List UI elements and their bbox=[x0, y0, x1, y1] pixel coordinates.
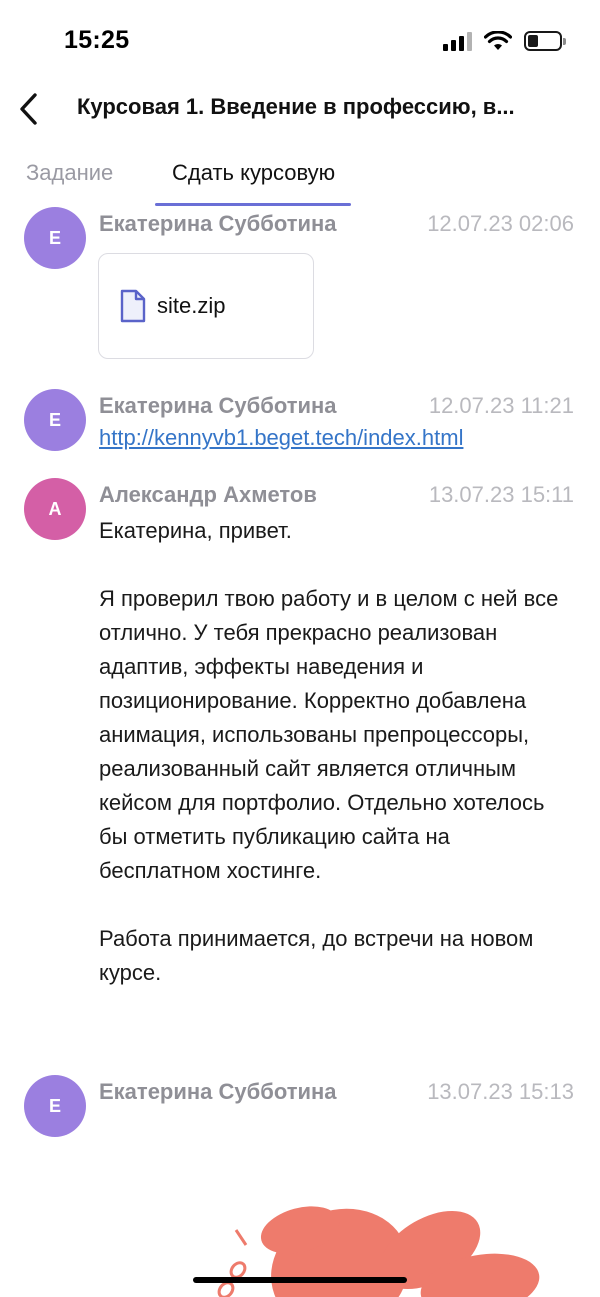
message-author: Александр Ахметов bbox=[99, 482, 317, 507]
page-title: Курсовая 1. Введение в профессию, в... bbox=[77, 94, 515, 119]
message-time: 12.07.23 11:21 bbox=[428, 393, 574, 418]
avatar[interactable]: E bbox=[24, 389, 86, 451]
message-item: E Екатерина Субботина 13.07.23 15:13 bbox=[0, 1075, 600, 1145]
avatar[interactable]: E bbox=[24, 1075, 86, 1137]
message-text: Екатерина, привет. Я проверил твою работ… bbox=[99, 518, 559, 985]
message-time: 12.07.23 02:06 bbox=[427, 211, 574, 236]
message-time: 13.07.23 15:11 bbox=[428, 482, 574, 507]
back-button[interactable] bbox=[8, 84, 48, 134]
tab-submit-coursework[interactable]: Сдать курсовую bbox=[172, 160, 335, 186]
battery-icon bbox=[524, 31, 566, 51]
wifi-icon bbox=[484, 31, 512, 50]
file-icon bbox=[120, 289, 146, 323]
file-name: site.zip bbox=[157, 293, 226, 318]
signal-icon bbox=[443, 31, 472, 51]
header: Курсовая 1. Введение в профессию, в... bbox=[0, 80, 600, 136]
chevron-left-icon bbox=[20, 93, 37, 125]
message-link[interactable]: http://kennyvb1.beget.tech/index.html bbox=[99, 425, 463, 451]
message-item: E Екатерина Субботина 12.07.23 11:21 htt… bbox=[0, 389, 600, 469]
status-bar: 15:25 bbox=[0, 0, 600, 80]
message-item: E Екатерина Субботина 12.07.23 02:06 sit… bbox=[0, 207, 600, 367]
message-time: 13.07.23 15:13 bbox=[427, 1079, 574, 1104]
message-author: Екатерина Субботина bbox=[99, 393, 337, 418]
tab-bar: Задание Сдать курсовую bbox=[0, 150, 600, 208]
status-icons bbox=[443, 28, 566, 54]
avatar[interactable]: E bbox=[24, 207, 86, 269]
status-time: 15:25 bbox=[64, 26, 130, 54]
tab-task[interactable]: Задание bbox=[26, 160, 113, 186]
message-item: A Александр Ахметов 13.07.23 15:11 Екате… bbox=[0, 478, 600, 1058]
active-tab-indicator bbox=[155, 203, 351, 206]
home-indicator[interactable] bbox=[193, 1277, 407, 1283]
message-author: Екатерина Субботина bbox=[99, 1079, 337, 1104]
message-author: Екатерина Субботина bbox=[99, 211, 337, 236]
avatar[interactable]: A bbox=[24, 478, 86, 540]
file-attachment[interactable]: site.zip bbox=[98, 253, 314, 359]
